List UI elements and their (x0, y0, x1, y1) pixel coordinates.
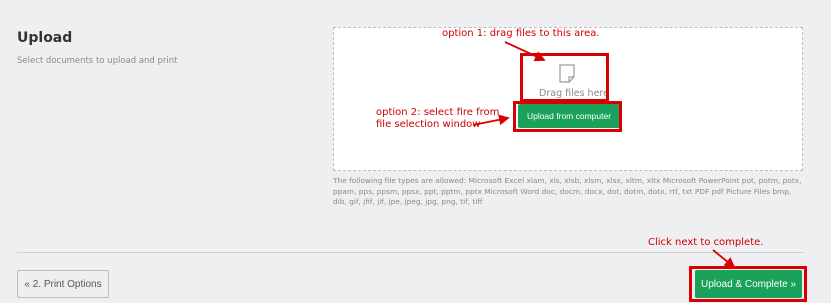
upload-from-computer-button[interactable]: Upload from computer (518, 104, 620, 128)
annotation-option1: option 1: drag files to this area. (442, 28, 600, 39)
drag-files-label: Drag files here (539, 88, 609, 99)
annotation-option2-line2: file selection window (376, 119, 481, 130)
back-print-options-button[interactable]: « 2. Print Options (17, 270, 109, 298)
annotation-option2-line1: option 2: select fire from (376, 107, 500, 118)
file-dropzone[interactable] (333, 27, 803, 171)
allowed-file-types: The following file types are allowed: Mi… (333, 176, 802, 207)
divider (17, 252, 803, 253)
annotation-complete-hint: Click next to complete. (648, 237, 764, 248)
upload-page: Upload Select documents to upload and pr… (0, 0, 831, 303)
upload-complete-button[interactable]: Upload & Complete » (695, 270, 802, 298)
file-icon (559, 64, 575, 83)
section-description: Select documents to upload and print (17, 56, 178, 66)
section-title: Upload (17, 30, 73, 46)
